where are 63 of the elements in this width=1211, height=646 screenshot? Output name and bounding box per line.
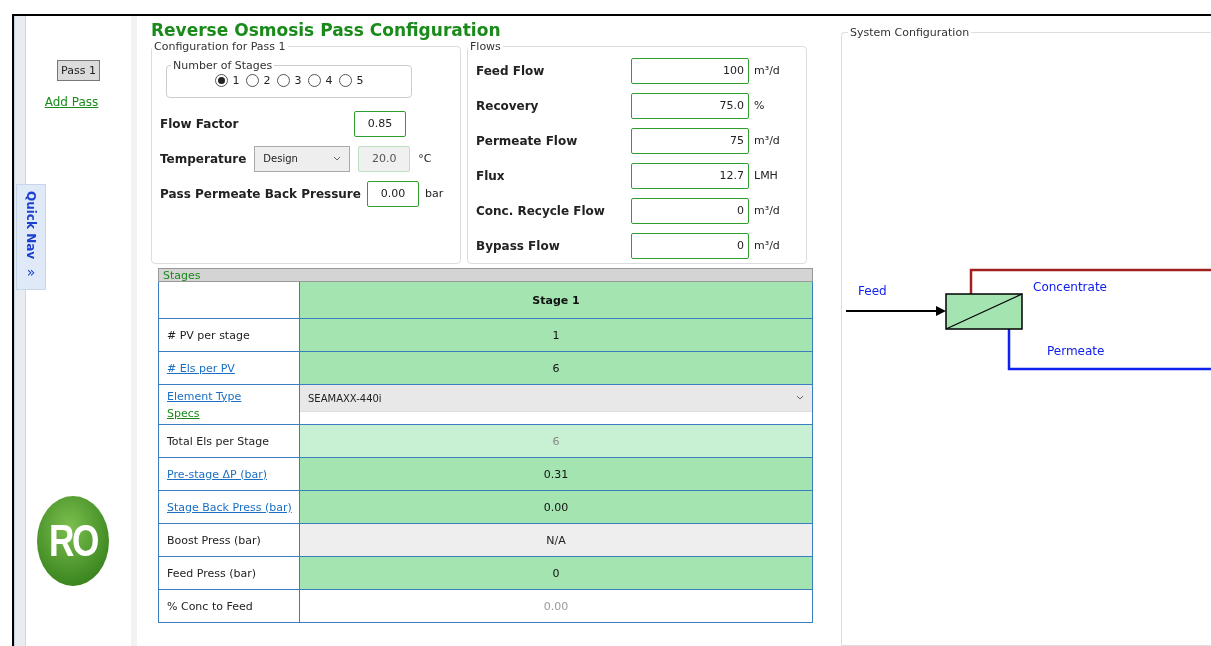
add-pass-link[interactable]: Add Pass bbox=[44, 95, 99, 109]
flow-field[interactable]: 100 bbox=[631, 57, 749, 84]
page-title: Reverse Osmosis Pass Configuration bbox=[151, 20, 502, 40]
logo: RO bbox=[37, 496, 109, 586]
unit-label: m³/d bbox=[754, 204, 780, 217]
unit-label: m³/d bbox=[754, 134, 780, 147]
table-cell: N/A bbox=[300, 524, 813, 557]
concentrate-label: Concentrate bbox=[1033, 280, 1107, 294]
quick-nav-tab[interactable]: Quick Nav » bbox=[16, 184, 46, 290]
table-cell[interactable]: 0.31 bbox=[300, 458, 813, 491]
row-link[interactable]: Element Type bbox=[167, 389, 299, 403]
table-cell: 0.00 bbox=[300, 590, 813, 623]
row-label: # PV per stage bbox=[167, 328, 251, 342]
table-cell[interactable]: 6 bbox=[300, 352, 813, 385]
unit-label: m³/d bbox=[754, 239, 780, 252]
row-label: Boost Press (bar) bbox=[167, 533, 262, 547]
row-label: Total Els per Stage bbox=[167, 434, 270, 448]
back-pressure-field[interactable]: 0.00 bbox=[366, 180, 419, 207]
row-link[interactable]: Pre-stage ΔP (bar) bbox=[167, 467, 299, 481]
field-label: Temperature bbox=[160, 151, 247, 166]
permeate-label: Permeate bbox=[1047, 344, 1105, 358]
field-label: Bypass Flow bbox=[476, 238, 561, 253]
double-chevron-icon: » bbox=[26, 265, 36, 280]
feed-label: Feed bbox=[858, 284, 887, 298]
pass-tab[interactable]: Pass 1 bbox=[57, 60, 100, 81]
section-header: Stages bbox=[158, 268, 813, 282]
group-legend: Number of Stages bbox=[171, 59, 275, 72]
unit-label: °C bbox=[418, 152, 432, 165]
unit-label: % bbox=[754, 99, 765, 112]
membrane-module-icon bbox=[945, 293, 1023, 330]
flow-field[interactable]: 75 bbox=[631, 127, 749, 154]
element-type-select[interactable]: SEAMAXX-440i bbox=[300, 385, 812, 412]
row-label: Feed Press (bar) bbox=[167, 566, 257, 580]
table-cell[interactable]: 1 bbox=[300, 319, 813, 352]
unit-label: m³/d bbox=[754, 64, 780, 77]
caret-icon bbox=[333, 155, 342, 162]
specs-link[interactable]: Specs bbox=[167, 406, 299, 420]
table-cell: 6 bbox=[300, 425, 813, 458]
field-label: Pass Permeate Back Pressure bbox=[160, 186, 361, 201]
flow-field[interactable]: 75.0 bbox=[631, 92, 749, 119]
row-label: % Conc to Feed bbox=[167, 599, 254, 613]
field-label: Flow Factor bbox=[160, 116, 240, 131]
quick-nav-label: Quick Nav bbox=[24, 191, 38, 260]
table-cell[interactable]: 0 bbox=[300, 557, 813, 590]
field-label: Flux bbox=[476, 168, 506, 183]
unit-label: LMH bbox=[754, 169, 778, 182]
flow-field[interactable]: 12.7 bbox=[631, 162, 749, 189]
table-cell[interactable]: 0.00 bbox=[300, 491, 813, 524]
field-label: Recovery bbox=[476, 98, 540, 113]
panel-legend: System Configuration bbox=[848, 26, 972, 39]
row-link[interactable]: # Els per PV bbox=[167, 361, 299, 375]
field-label: Conc. Recycle Flow bbox=[476, 203, 606, 218]
flow-field[interactable]: 0 bbox=[631, 232, 749, 259]
caret-icon bbox=[796, 395, 804, 401]
column-header: Stage 1 bbox=[300, 282, 813, 319]
panel-legend: Flows bbox=[468, 40, 503, 53]
field-label: Feed Flow bbox=[476, 63, 546, 78]
panel-legend: Configuration for Pass 1 bbox=[152, 40, 288, 53]
flow-field[interactable]: 0 bbox=[631, 197, 749, 224]
row-link[interactable]: Stage Back Press (bar) bbox=[167, 500, 299, 514]
field-label: Permeate Flow bbox=[476, 133, 579, 148]
flow-factor-field[interactable]: 0.85 bbox=[354, 110, 406, 137]
unit-label: bar bbox=[424, 187, 444, 200]
